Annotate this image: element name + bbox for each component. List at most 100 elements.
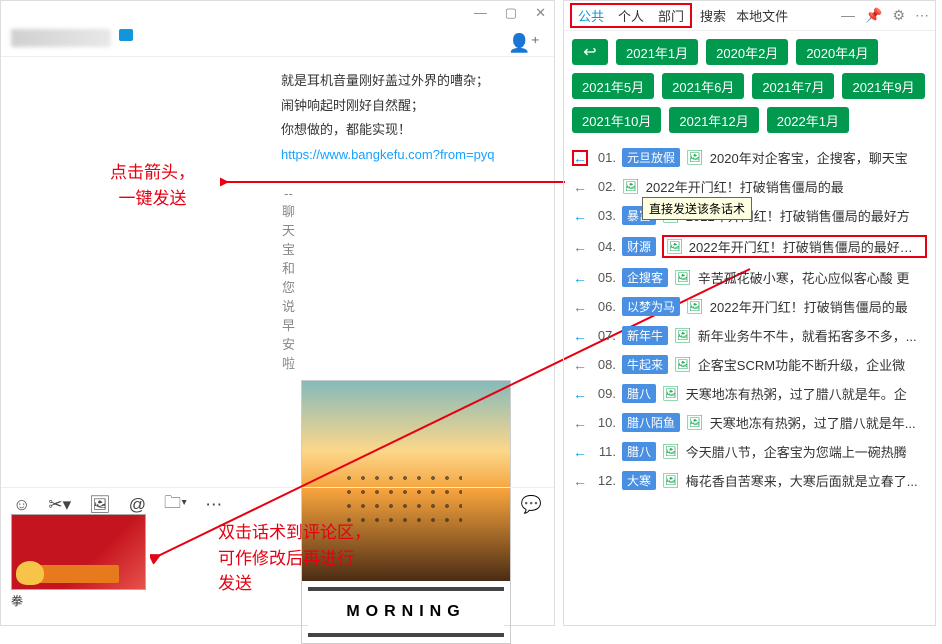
minimize-icon[interactable]: — (474, 5, 487, 21)
list-item[interactable]: ← 05. 企搜客 🖼 辛苦孤花破小寒，花心应似客心酸 更 (570, 263, 929, 292)
mention-icon[interactable]: @ (129, 495, 146, 515)
image-icon: 🖼 (662, 443, 680, 460)
input-area[interactable]: 拳 (11, 514, 146, 609)
row-number: 01. (594, 150, 616, 165)
send-arrow-icon[interactable]: ← (572, 179, 588, 195)
image-icon: 🖼 (674, 356, 692, 373)
send-arrow-icon[interactable]: ← (572, 386, 588, 402)
maximize-icon[interactable]: ▢ (505, 5, 517, 21)
list-item[interactable]: ← 07. 新年牛 🖼 新年业务牛不牛，就看拓客多不多，... (570, 321, 929, 350)
row-title: 今天腊八节，企客宝为您端上一碗热腾 (686, 442, 927, 461)
send-arrow-icon[interactable]: ← (572, 473, 588, 489)
message-line: 闹钟响起时刚好自然醒； (281, 94, 538, 119)
list-item[interactable]: ← 01. 元旦放假 🖼 2020年对企客宝，企搜客，聊天宝 (570, 143, 929, 172)
add-user-icon[interactable]: 👤⁺ (508, 33, 540, 54)
quote-icon[interactable]: 💬 (521, 495, 542, 515)
list-item[interactable]: ← 09. 腊八 🖼 天寒地冻有热粥，过了腊八就是年。企 (570, 379, 929, 408)
pin-icon[interactable]: 📌 (865, 7, 882, 24)
row-number: 11. (594, 444, 616, 459)
script-list: ← 01. 元旦放假 🖼 2020年对企客宝，企搜客，聊天宝 ← 02. 🖼 2… (564, 139, 935, 499)
image-icon: 🖼 (662, 385, 680, 402)
thumb-caption: 拳 (11, 592, 146, 609)
folder-button[interactable]: 2021年12月 (669, 107, 758, 133)
row-tag: 腊八 (622, 384, 656, 403)
send-arrow-icon[interactable]: ← (572, 270, 588, 286)
row-title: 天寒地冻有热粥，过了腊八就是年。企 (686, 384, 927, 403)
more-icon[interactable]: ⋯ (205, 495, 222, 515)
send-arrow-icon[interactable]: ← (572, 208, 588, 224)
send-arrow-icon[interactable]: ← (572, 299, 588, 315)
folder-button[interactable]: 2021年1月 (616, 39, 698, 65)
folder-button[interactable]: 2021年10月 (572, 107, 661, 133)
row-tag: 元旦放假 (622, 148, 680, 167)
row-number: 03. (594, 208, 616, 223)
highlighted-box: 🖼 2022年开门红！打破销售僵局的最好方... (662, 235, 927, 258)
folder-button[interactable]: 2021年6月 (662, 73, 744, 99)
list-item[interactable]: ← 06. 以梦为马 🖼 2022年开门红！打破销售僵局的最 (570, 292, 929, 321)
folder-button[interactable]: 2021年5月 (572, 73, 654, 99)
row-number: 10. (594, 415, 616, 430)
folder-button[interactable]: 2021年7月 (752, 73, 834, 99)
message-bubble: 就是耳机音量刚好盖过外界的嘈杂； 闹钟响起时刚好自然醒； 你想做的，都能实现！ … (1, 57, 554, 176)
list-item[interactable]: ← 11. 腊八 🖼 今天腊八节，企客宝为您端上一碗热腾 (570, 437, 929, 466)
send-arrow-icon[interactable]: ← (572, 444, 588, 460)
close-icon[interactable]: ✕ (535, 5, 546, 21)
folder-button[interactable]: 2020年2月 (706, 39, 788, 65)
send-arrow-icon[interactable]: ← (572, 415, 588, 431)
tab-search[interactable]: 搜索 (700, 6, 726, 25)
back-button[interactable]: ↩ (572, 39, 608, 65)
emoji-icon[interactable]: ☺ (13, 495, 30, 515)
row-tag: 财源 (622, 237, 656, 256)
row-number: 09. (594, 386, 616, 401)
scissors-icon[interactable]: ✂▾ (48, 495, 71, 515)
gear-icon[interactable]: ⚙ (892, 7, 905, 24)
window-controls: — ▢ ✕ (474, 5, 546, 21)
send-arrow-icon[interactable]: ← (572, 357, 588, 373)
row-tag: 大寒 (622, 471, 656, 490)
monitor-icon (119, 29, 133, 41)
chat-header: — ▢ ✕ 👤⁺ (1, 1, 554, 57)
row-tag: 企搜客 (622, 268, 668, 287)
row-tag: 牛起来 (622, 355, 668, 374)
list-item[interactable]: ← 10. 腊八陌鱼 🖼 天寒地冻有热粥，过了腊八就是年... (570, 408, 929, 437)
folder-button[interactable]: 2020年4月 (796, 39, 878, 65)
send-arrow-icon[interactable]: ← (572, 239, 588, 255)
send-arrow-icon[interactable]: ← (572, 150, 588, 166)
row-title: 辛苦孤花破小寒，花心应似客心酸 更 (698, 268, 927, 287)
send-arrow-icon[interactable]: ← (572, 328, 588, 344)
image-icon: 🖼 (674, 269, 692, 286)
row-title: 2022年开门红！打破销售僵局的最好方... (689, 237, 923, 256)
attached-image-thumbnail[interactable] (11, 514, 146, 590)
row-title: 天寒地冻有热粥，过了腊八就是年... (710, 413, 927, 432)
thumbnail-ox-icon (16, 561, 44, 585)
row-number: 04. (594, 239, 616, 254)
image-icon: 🖼 (686, 298, 704, 315)
image-icon: 🖼 (666, 238, 684, 255)
row-tag: 新年牛 (622, 326, 668, 345)
row-number: 02. (594, 179, 616, 194)
tab-local-files[interactable]: 本地文件 (736, 6, 788, 25)
folder-button[interactable]: 2021年9月 (842, 73, 924, 99)
list-item[interactable]: ← 08. 牛起来 🖼 企客宝SCRM功能不断升级，企业微 (570, 350, 929, 379)
message-line: 你想做的，都能实现！ (281, 118, 538, 143)
message-link[interactable]: https://www.bangkefu.com?from=pyq (281, 143, 538, 168)
list-item[interactable]: ← 12. 大寒 🖼 梅花香自苦寒来，大寒后面就是立春了... (570, 466, 929, 495)
image-icon: 🖼 (674, 327, 692, 344)
image-icon[interactable]: 🖼 (89, 495, 111, 515)
script-library-panel: 公共 个人 部门 搜索 本地文件 — 📌 ⚙ ⋯ ↩ 2021年1月 2020年… (563, 0, 936, 626)
side-header: 公共 个人 部门 搜索 本地文件 — 📌 ⚙ ⋯ (564, 1, 935, 31)
folder-list: ↩ 2021年1月 2020年2月 2020年4月 2021年5月 2021年6… (564, 31, 935, 139)
thumbnail-logo (39, 565, 119, 583)
list-item[interactable]: ← 04. 财源 🖼 2022年开门红！打破销售僵局的最好方... (570, 230, 929, 263)
tab-personal[interactable]: 个人 (616, 6, 646, 25)
folder-icon[interactable]: 🗀▾ (164, 490, 187, 519)
tab-department[interactable]: 部门 (656, 6, 686, 25)
contact-name-blurred (11, 29, 111, 47)
row-title: 企客宝SCRM功能不断升级，企业微 (698, 355, 927, 374)
minimize-icon[interactable]: — (841, 7, 855, 24)
folder-button[interactable]: 2022年1月 (767, 107, 849, 133)
more-icon[interactable]: ⋯ (915, 7, 929, 24)
image-icon: 🖼 (622, 178, 640, 195)
tab-public[interactable]: 公共 (576, 6, 606, 25)
row-number: 12. (594, 473, 616, 488)
